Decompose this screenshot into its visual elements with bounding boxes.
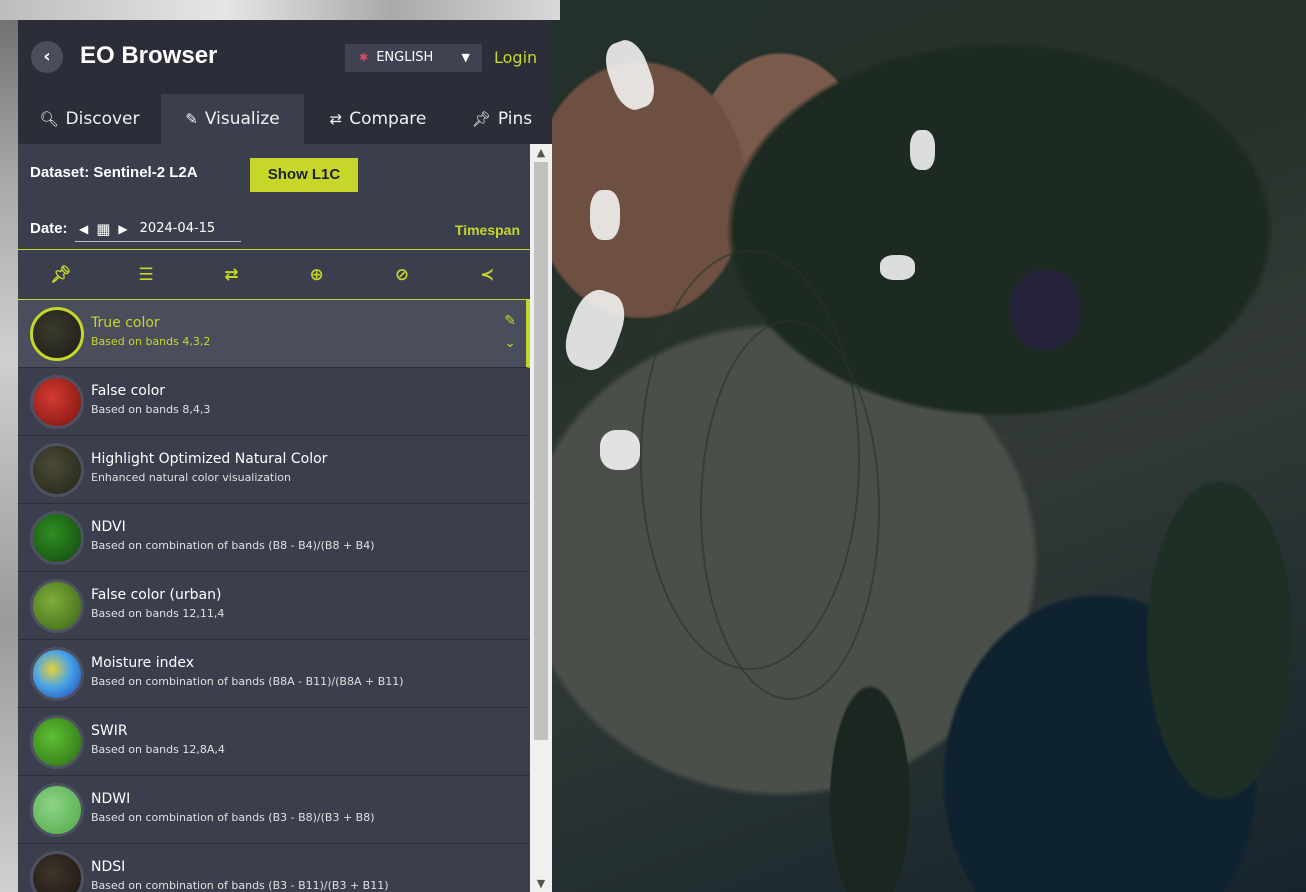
map-snow-patch [600,430,640,470]
layer-name: NDWI [91,791,131,807]
layer-description: Based on combination of bands (B8A - B11… [91,675,404,688]
side-panel: ‹ EO Browser ✱ ENGLISH ▼ Login 🔍︎ Discover… [18,20,552,892]
layer-toolbar: 📌︎ ☰ ⇄ ⊕ ⊘ ≺ [18,250,530,300]
collapse-panel-button[interactable]: ‹ [31,41,63,73]
date-picker[interactable]: ◀ ▦ ▶ 2024-04-15 [75,216,241,242]
layer-description: Based on combination of bands (B3 - B8)/… [91,811,375,824]
layer-description: Based on bands 4,3,2 [91,335,211,348]
layer-name: SWIR [91,723,128,739]
tab-discover[interactable]: 🔍︎ Discover [18,94,161,144]
share-icon[interactable]: ≺ [445,265,530,285]
uk-flag-icon: ✱ [359,51,369,64]
map-snow-patch [880,255,915,280]
layer-description: Based on bands 8,4,3 [91,403,211,416]
map-snow-patch [590,190,620,240]
edit-icon[interactable]: ✎ [504,310,516,332]
tab-label: Pins [497,109,533,129]
layer-description: Based on combination of bands (B3 - B11)… [91,879,389,892]
layer-item-false-color-urban[interactable]: False color (urban) Based on bands 12,11… [18,572,530,640]
dataset-row: Dataset: Sentinel-2 L2A Show L1C [18,144,530,204]
next-date-icon[interactable]: ▶ [118,222,127,236]
swap-icon[interactable]: ⇄ [189,265,274,285]
layer-thumbnail [30,511,84,565]
timespan-link[interactable]: Timespan [455,222,520,238]
chevron-left-icon: ‹ [43,46,51,67]
date-row: Date: ◀ ▦ ▶ 2024-04-15 Timespan [18,204,530,250]
scroll-down-icon[interactable]: ▼ [530,877,552,890]
map-river [700,320,880,700]
layer-item-true-color[interactable]: True color Based on bands 4,3,2 ✎ ⌄ [18,300,530,368]
layer-description: Based on bands 12,8A,4 [91,743,225,756]
layer-thumbnail [30,715,84,769]
language-value: ENGLISH [376,50,434,65]
layer-name: Highlight Optimized Natural Color [91,451,328,467]
chevron-double-down-icon[interactable]: ⌄ [504,332,516,354]
pin-icon[interactable]: 📌︎ [18,265,103,285]
tab-compare[interactable]: ⇄ Compare [304,94,452,144]
map-edge-strip [0,0,18,892]
layer-name: True color [91,315,160,331]
layer-description: Based on combination of bands (B8 - B4)/… [91,539,375,552]
panel-header: ‹ EO Browser ✱ ENGLISH ▼ Login [18,20,552,94]
layer-description: Enhanced natural color visualization [91,471,292,484]
layer-item-ndsi[interactable]: NDSI Based on combination of bands (B3 -… [18,844,530,892]
brush-icon: ✎ [185,110,198,128]
layer-item-ndwi[interactable]: NDWI Based on combination of bands (B3 -… [18,776,530,844]
layer-thumbnail [30,375,84,429]
layer-name: Moisture index [91,655,195,671]
layer-thumbnail [30,579,84,633]
show-l1c-button[interactable]: Show L1C [250,158,358,192]
swap-icon: ⇄ [329,110,343,128]
map-snow-patch [557,283,633,377]
map-edge-strip [0,0,560,20]
layer-item-false-color[interactable]: False color Based on bands 8,4,3 [18,368,530,436]
login-link[interactable]: Login [494,48,537,67]
main-tabs: 🔍︎ Discover ✎ Visualize ⇄ Compare 📌︎ Pins [18,94,552,144]
layer-name: False color [91,383,166,399]
layer-item-swir[interactable]: SWIR Based on bands 12,8A,4 [18,708,530,776]
layer-item-highlight-optimized[interactable]: Highlight Optimized Natural Color Enhanc… [18,436,530,504]
language-select[interactable]: ✱ ENGLISH ▼ [345,44,482,72]
scrollbar-thumb[interactable] [534,162,548,740]
layer-name: False color (urban) [91,587,222,603]
layer-thumbnail [30,851,84,892]
tab-label: Visualize [204,109,280,129]
date-label: Date: [30,220,68,237]
map-snow-patch [599,35,661,115]
pin-icon: 📌︎ [471,110,491,128]
panel-scrollbar[interactable]: ▲ ▼ [530,144,552,892]
visualize-content: Dataset: Sentinel-2 L2A Show L1C Date: ◀… [18,144,530,892]
dataset-label: Dataset: Sentinel-2 L2A [30,164,198,181]
tab-pins[interactable]: 📌︎ Pins [452,94,552,144]
layer-thumbnail [30,307,84,361]
tab-visualize[interactable]: ✎ Visualize [161,94,304,144]
layer-name: NDVI [91,519,126,535]
layer-item-ndvi[interactable]: NDVI Based on combination of bands (B8 -… [18,504,530,572]
date-value[interactable]: 2024-04-15 [140,221,216,236]
eye-slash-icon[interactable]: ⊘ [359,265,444,285]
map-snow-patch [910,130,935,170]
search-icon: 🔍︎ [39,110,59,128]
map-lake [1010,270,1080,350]
tab-label: Compare [349,109,427,129]
layer-description: Based on bands 12,11,4 [91,607,225,620]
layer-thumbnail [30,783,84,837]
caret-down-icon: ▼ [461,51,470,64]
sliders-icon[interactable]: ☰ [103,265,188,285]
layer-thumbnail [30,647,84,701]
app-title: EO Browser [80,42,218,69]
layer-thumbnail [30,443,84,497]
tab-label: Discover [65,109,140,129]
calendar-icon[interactable]: ▦ [96,220,110,238]
layer-actions: ✎ ⌄ [504,310,516,354]
layer-item-moisture-index[interactable]: Moisture index Based on combination of b… [18,640,530,708]
prev-date-icon[interactable]: ◀ [79,222,88,236]
layer-name: NDSI [91,859,126,875]
crosshair-icon[interactable]: ⊕ [274,265,359,285]
scroll-up-icon[interactable]: ▲ [530,146,552,159]
